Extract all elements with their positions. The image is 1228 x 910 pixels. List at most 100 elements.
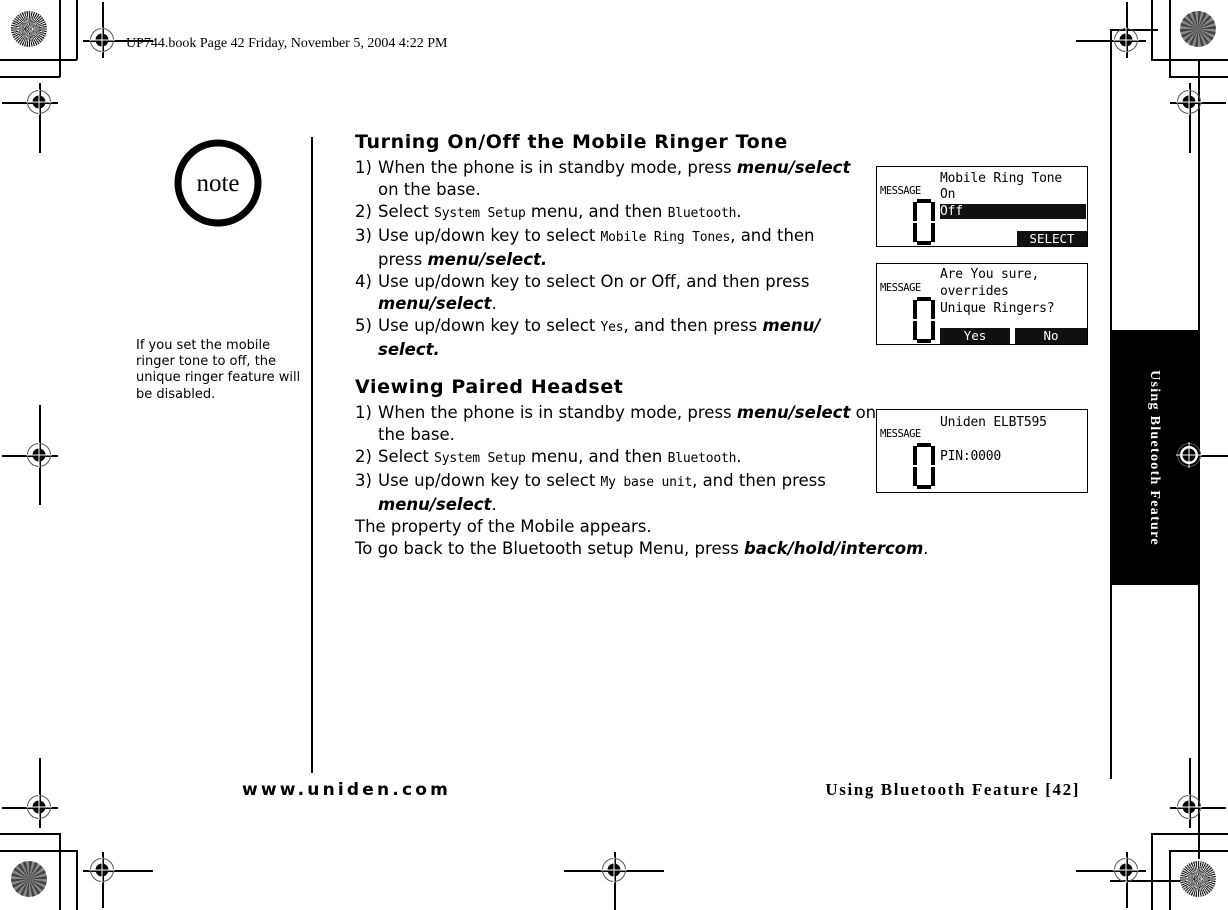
lcd-line: Mobile Ring Tone (940, 171, 1063, 186)
color-star-icon (11, 861, 47, 897)
ui-term: Bluetooth (667, 206, 737, 221)
lcd-screen-paired-headset: MESSAGE Uniden ELBT595 PIN:0000 (876, 409, 1088, 493)
crop-line (1151, 833, 1228, 835)
step-text: , and then press (623, 316, 763, 335)
step-number: 5) (355, 316, 372, 335)
softkey-select[interactable]: SELECT (1017, 231, 1087, 246)
lcd-line: PIN:0000 (940, 449, 1002, 464)
step-item: 3) Use up/down key to select Mobile Ring … (355, 225, 848, 271)
step-text: When the phone is in standby mode, press (378, 403, 737, 422)
message-label: MESSAGE (880, 185, 921, 197)
softkey-no[interactable]: No (1015, 328, 1087, 344)
ui-term: My base unit (600, 475, 693, 490)
key-term: menu/select (378, 495, 492, 514)
step-number: 1) (355, 158, 372, 177)
lcd-line-selected: Off (940, 204, 1086, 219)
message-label: MESSAGE (880, 428, 921, 440)
step-text: Use up/down key to select (378, 316, 601, 335)
step-text: . (736, 202, 742, 221)
step-item: 1) When the phone is in standby mode, pre… (355, 157, 865, 201)
chapter-tab-label: Using Bluetooth Feature (1147, 369, 1162, 546)
steps-list: 1) When the phone is in standby mode, pre… (355, 402, 965, 560)
section-mobile-ringer-tone: Turning On/Off the Mobile Ringer Tone 1)… (355, 131, 865, 361)
registration-mark-icon (601, 857, 627, 883)
message-label: MESSAGE (880, 282, 921, 294)
ui-term: Mobile Ring Tones (600, 230, 731, 245)
registration-mark-icon (26, 794, 52, 820)
lcd-line: overrides (940, 284, 1009, 299)
step-text: . (491, 294, 497, 313)
note-text: If you set the mobile ringer tone to off… (136, 338, 301, 402)
crop-line (59, 833, 61, 910)
color-star-icon (11, 11, 47, 47)
registration-mark-icon (1113, 857, 1139, 883)
back-instruction: To go back to the Bluetooth setup Menu, … (355, 538, 965, 560)
registration-mark-icon (26, 89, 52, 115)
step-text: Use up/down key to select On or Off, and… (378, 272, 810, 291)
step-text: Select (378, 202, 435, 221)
step-text: , and then press (692, 471, 826, 490)
step-text: Use up/down key to select (378, 471, 601, 490)
key-term: menu/select (378, 294, 492, 313)
step-item: 3) Use up/down key to select My base unit… (355, 470, 853, 516)
registration-mark-icon (1176, 794, 1202, 820)
lcd-screen-confirm: MESSAGE Are You sure, overrides Unique R… (876, 263, 1088, 345)
step-text: . (923, 539, 929, 558)
print-slug: UP744.book Page 42 Friday, November 5, 2… (126, 36, 448, 51)
svg-text:note: note (196, 170, 239, 197)
step-number: 1) (355, 403, 372, 422)
lcd-line: Unique Ringers? (940, 301, 1055, 316)
crop-line (1169, 0, 1171, 77)
footer-page-label: Using Bluetooth Feature [42] (825, 780, 1080, 799)
registration-mark-icon (89, 27, 115, 53)
step-text: . (491, 495, 497, 514)
step-item: 2) Select System Setup menu, and then Blu… (355, 201, 865, 225)
section-viewing-paired-headset: Viewing Paired Headset 1) When the phone … (355, 376, 965, 560)
registration-mark-icon (1113, 27, 1139, 53)
crop-line (0, 76, 60, 78)
note-icon: note (174, 139, 262, 227)
crop-line (59, 0, 61, 77)
lcd-line: On (940, 187, 956, 202)
step-item: 2) Select System Setup menu, and then Blu… (355, 446, 965, 470)
registration-mark-icon (89, 857, 115, 883)
crop-line (76, 850, 78, 910)
key-term: menu/select (736, 158, 851, 177)
registration-mark-icon (1176, 442, 1202, 468)
crop-line (76, 0, 78, 60)
steps-list: 1) When the phone is in standby mode, pre… (355, 157, 865, 361)
section-title: Turning On/Off the Mobile Ringer Tone (355, 131, 788, 153)
crop-line (1169, 850, 1228, 852)
section-title: Viewing Paired Headset (355, 376, 624, 398)
key-term: menu/select (736, 403, 851, 422)
crop-line (1151, 833, 1153, 910)
lcd-line: Are You sure, (940, 267, 1040, 282)
crop-line (1169, 850, 1171, 910)
step-text: Select (378, 447, 435, 466)
softkey-yes[interactable]: Yes (940, 328, 1010, 344)
seven-segment-digit-icon (913, 199, 935, 245)
step-text: To go back to the Bluetooth setup Menu, … (355, 539, 745, 558)
crop-line (0, 833, 60, 835)
ui-term: System Setup (434, 206, 526, 221)
ui-term: System Setup (434, 451, 526, 466)
step-number: 4) (355, 272, 372, 291)
result-text: The property of the Mobile appears. (355, 517, 652, 536)
seven-segment-digit-icon (913, 297, 935, 343)
step-item: 4) Use up/down key to select On or Off, a… (355, 271, 873, 315)
color-star-icon (1180, 861, 1216, 897)
step-number: 3) (355, 471, 372, 490)
step-text: on the base. (378, 180, 481, 199)
lcd-line: Uniden ELBT595 (940, 415, 1047, 430)
step-text: When the phone is in standby mode, press (378, 158, 737, 177)
footer-website: www.uniden.com (242, 780, 452, 800)
lcd-screen-ring-tone: MESSAGE Mobile Ring Tone On Off SELECT (876, 166, 1088, 247)
crop-line (1151, 59, 1228, 61)
key-term: back/hold/intercom (744, 539, 924, 558)
crop-line (0, 59, 77, 61)
step-number: 2) (355, 447, 372, 466)
step-text: menu, and then (525, 447, 668, 466)
ui-term: Yes (600, 320, 624, 335)
crop-line (0, 850, 77, 852)
key-term: menu/select. (427, 250, 548, 269)
